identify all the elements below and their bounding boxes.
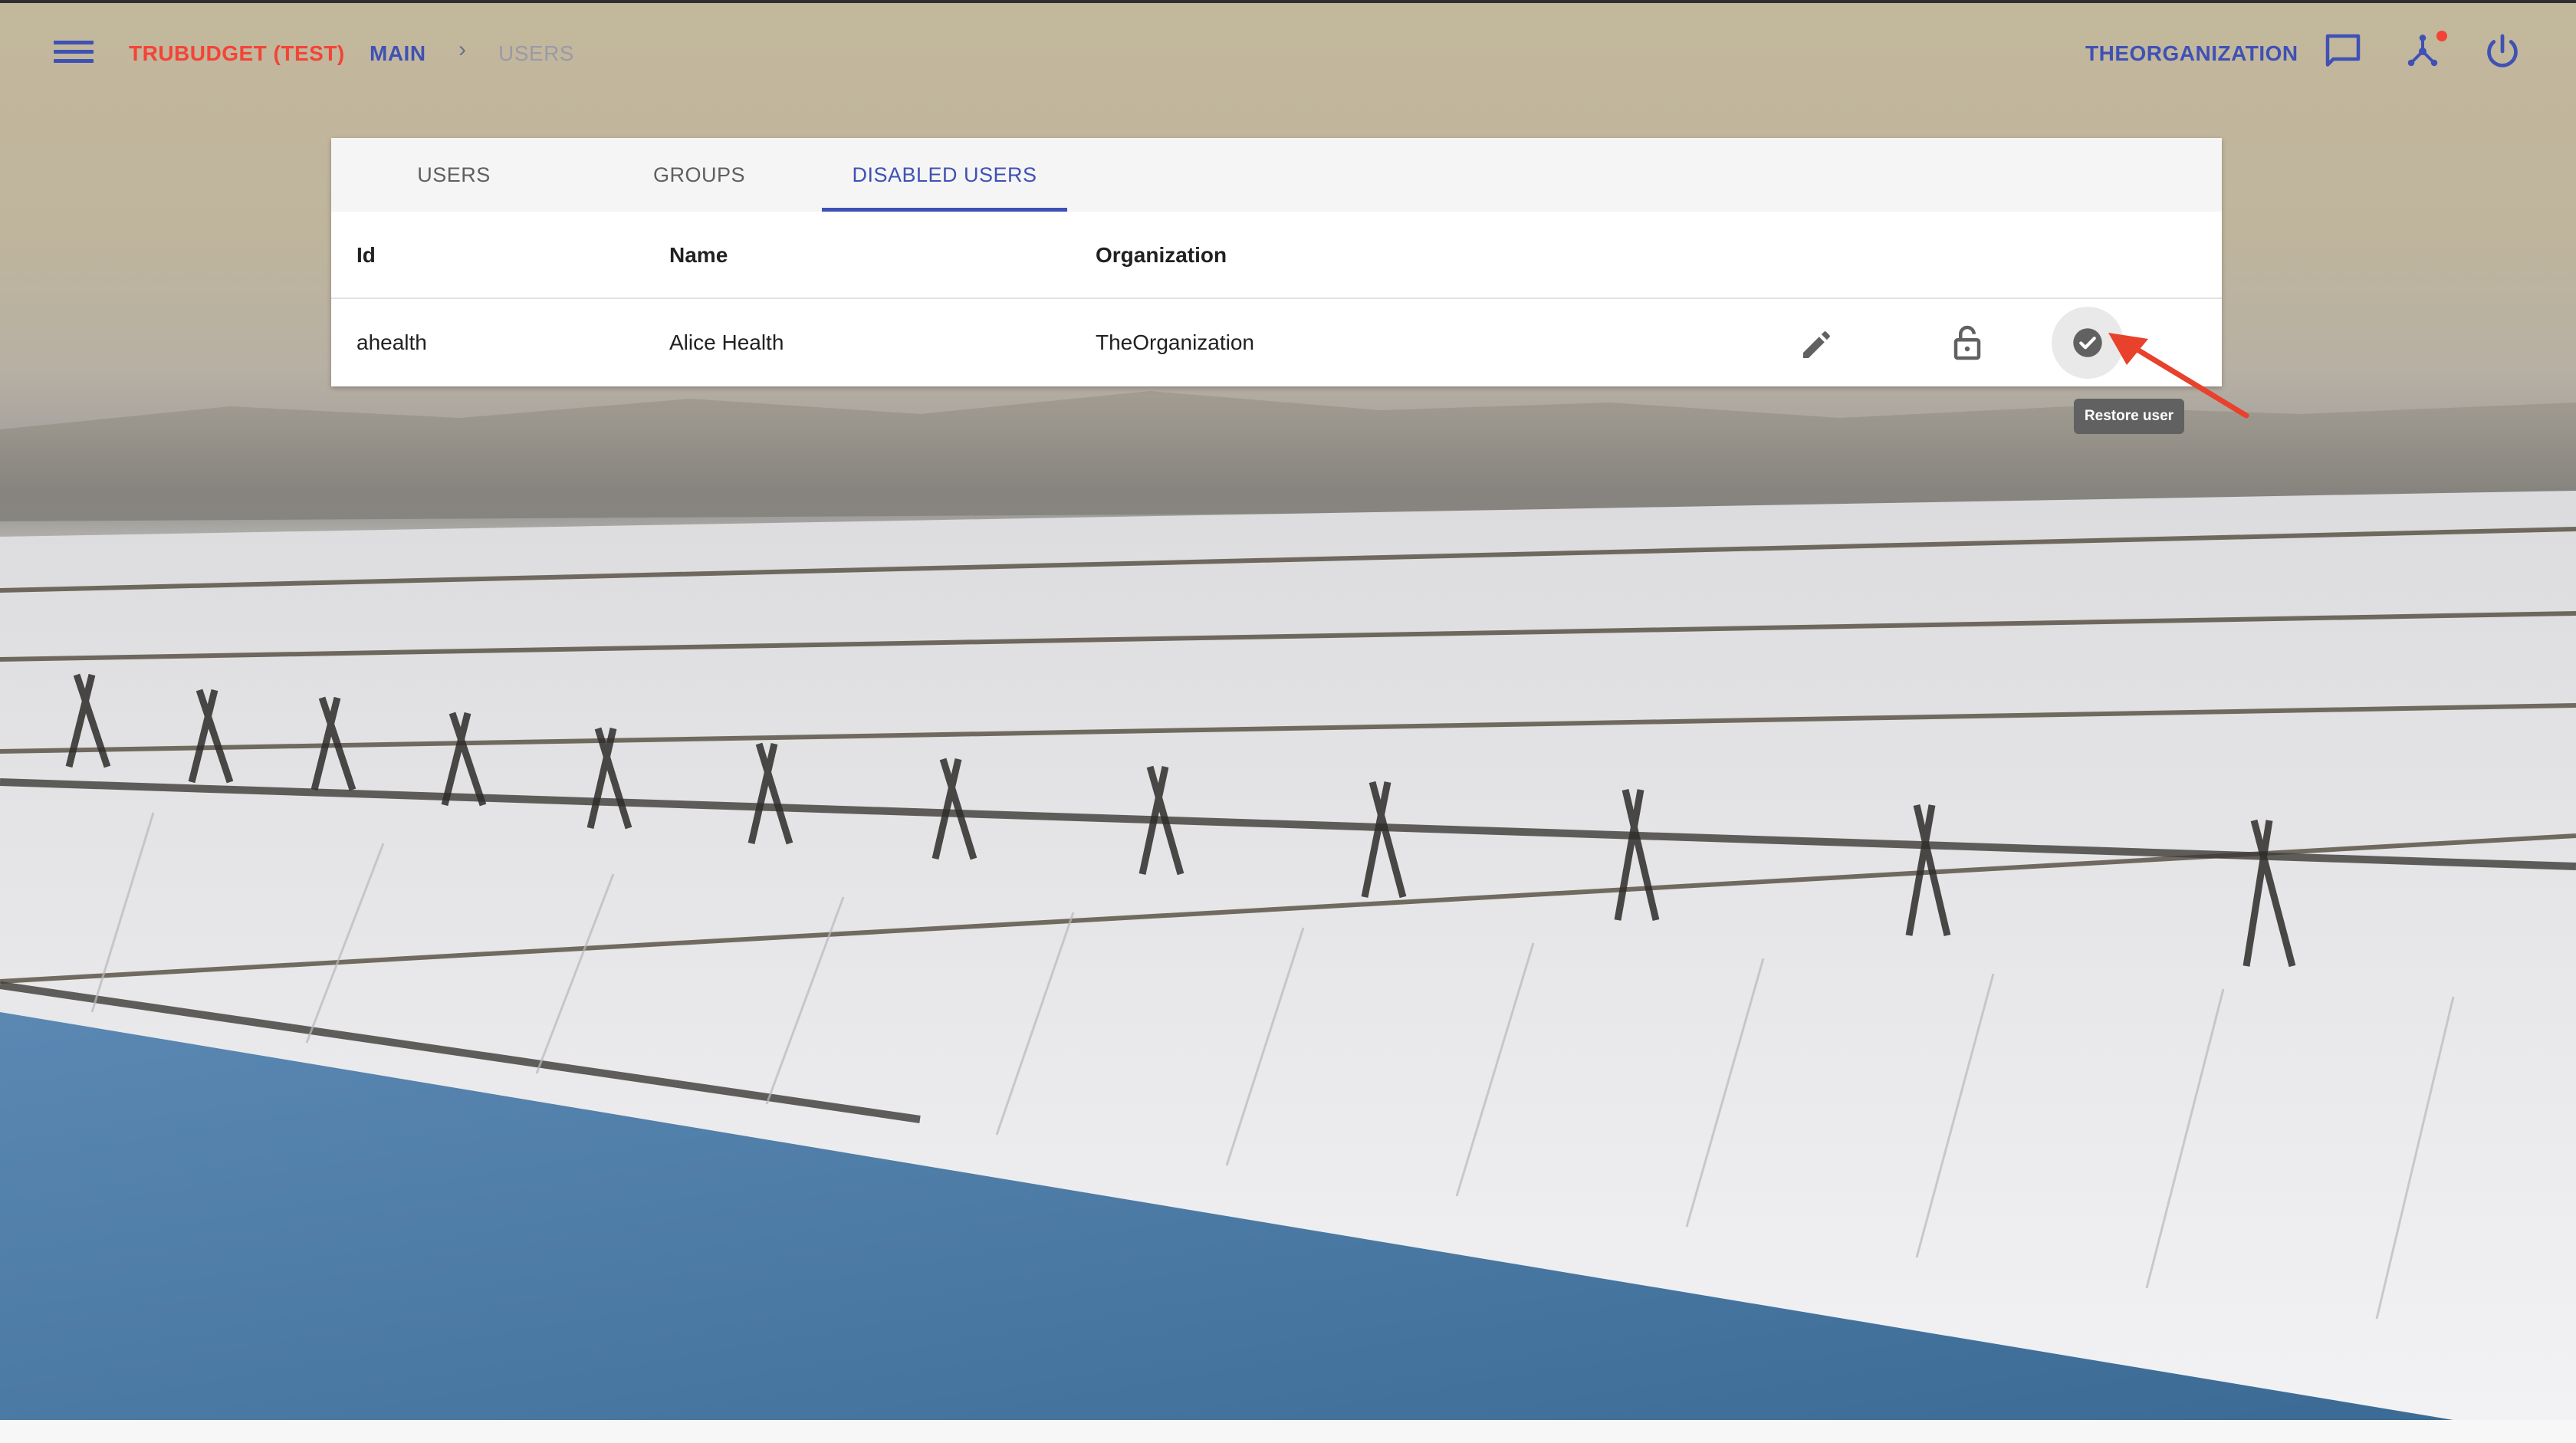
power-icon[interactable] <box>2479 28 2525 74</box>
brand-link[interactable]: TRUBUDGET (TEST) <box>129 41 345 66</box>
table-row: ahealth Alice Health TheOrganization <box>331 299 2222 386</box>
annotation-arrow-icon <box>2108 333 2249 419</box>
cell-name: Alice Health <box>669 330 784 354</box>
cell-id: ahealth <box>356 330 427 354</box>
breadcrumb-main[interactable]: MAIN <box>370 41 426 66</box>
table-header: Id Name Organization <box>331 212 2222 299</box>
breadcrumb-separator: › <box>458 37 467 62</box>
organization-label: THEORGANIZATION <box>2085 41 2298 65</box>
users-card: USERS GROUPS DISABLED USERS Id Name Orga… <box>331 138 2222 386</box>
lock-open-icon[interactable] <box>1944 320 1990 366</box>
tab-groups[interactable]: GROUPS <box>577 138 822 212</box>
tab-users[interactable]: USERS <box>331 138 577 212</box>
message-icon[interactable] <box>2320 28 2366 74</box>
column-header-id: Id <box>356 243 376 267</box>
tab-bar: USERS GROUPS DISABLED USERS <box>331 138 2222 212</box>
tab-disabled-users[interactable]: DISABLED USERS <box>822 138 1067 212</box>
column-header-organization: Organization <box>1096 243 1227 267</box>
app-bar: TRUBUDGET (TEST) MAIN › USERS THEORGANIZ… <box>0 3 2576 101</box>
column-header-name: Name <box>669 243 728 267</box>
menu-icon[interactable] <box>54 35 94 69</box>
breadcrumb-users: USERS <box>498 41 574 65</box>
cell-organization: TheOrganization <box>1096 330 1255 354</box>
notification-dot <box>2436 31 2447 41</box>
page-footer-strip <box>0 1420 2576 1443</box>
edit-icon[interactable] <box>1796 320 1842 366</box>
